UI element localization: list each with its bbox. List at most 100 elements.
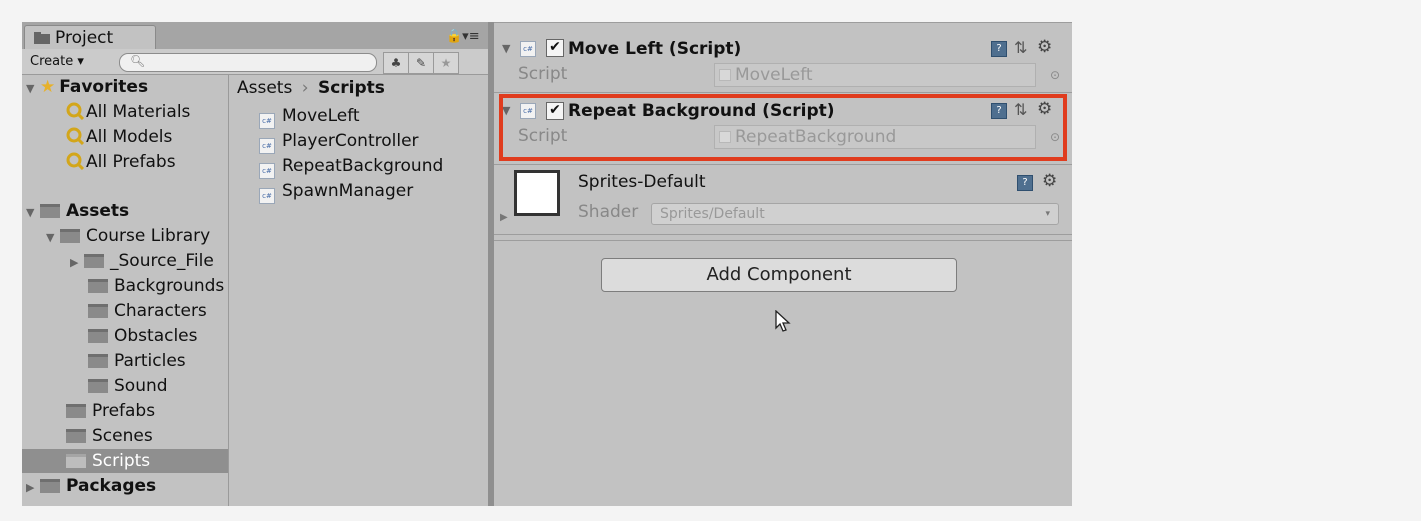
breadcrumb: Assets › Scripts — [237, 78, 385, 98]
file-item[interactable]: c# MoveLeft — [259, 104, 360, 129]
folder-icon — [88, 379, 108, 393]
tree-item-all-prefabs[interactable]: All Prefabs — [66, 150, 176, 174]
project-toolbar: Create ▾ 🔍︎ ♣ ✎ ★ — [22, 49, 488, 75]
tree-item-label: Scripts — [92, 451, 151, 471]
folder-icon — [40, 479, 60, 493]
tree-item-all-materials[interactable]: All Materials — [66, 100, 190, 124]
shader-value: Sprites/Default — [660, 206, 765, 222]
tree-packages[interactable]: ▶ Packages — [26, 474, 156, 498]
tab-project[interactable]: Project — [24, 25, 156, 50]
tree-item-label: Backgrounds — [114, 276, 225, 296]
assets-label: Assets — [66, 201, 130, 221]
tree-characters[interactable]: Characters — [88, 299, 207, 323]
tree-item-label: Sound — [114, 376, 168, 396]
shader-dropdown[interactable]: Sprites/Default ▾ — [651, 203, 1059, 225]
search-folder-icon — [66, 127, 85, 146]
tree-item-label: Scenes — [92, 426, 153, 446]
search-icon: 🔍︎ — [130, 54, 146, 68]
tree-item-label: Particles — [114, 351, 186, 371]
gear-icon[interactable]: ⚙ — [1042, 171, 1057, 191]
folder-icon — [34, 27, 50, 44]
type-filter-icon: ♣ — [390, 56, 402, 70]
project-panel: Project 🔒▾≡ Create ▾ 🔍︎ ♣ ✎ ★ ▼ ★ Favorite… — [22, 22, 488, 506]
tree-course-library[interactable]: ▼ Course Library — [46, 224, 210, 248]
divider — [494, 164, 1072, 165]
folder-icon — [84, 254, 104, 268]
folder-icon — [66, 429, 86, 443]
tree-item-label: All Prefabs — [86, 152, 176, 172]
collapse-icon: ▶ — [70, 256, 79, 269]
file-label: MoveLeft — [282, 106, 360, 126]
script-asset-icon — [719, 69, 731, 81]
breadcrumb-root[interactable]: Assets — [237, 78, 292, 98]
filter-type-button[interactable]: ♣ — [383, 52, 409, 74]
lock-icon[interactable]: 🔒▾≡ — [446, 29, 480, 44]
add-component-button[interactable]: Add Component — [601, 258, 957, 292]
file-item[interactable]: c# SpawnManager — [259, 179, 414, 204]
file-label: PlayerController — [282, 131, 419, 151]
shader-label: Shader — [578, 202, 639, 222]
tree-obstacles[interactable]: Obstacles — [88, 324, 198, 348]
filter-label-button[interactable]: ✎ — [408, 52, 434, 74]
divider — [494, 92, 1072, 93]
chevron-down-icon: ▾ — [1045, 209, 1050, 219]
component-enabled-checkbox[interactable]: ✔ — [546, 39, 564, 57]
folder-icon — [40, 204, 60, 218]
breadcrumb-current[interactable]: Scripts — [318, 78, 385, 98]
tree-particles[interactable]: Particles — [88, 349, 186, 373]
tree-backgrounds[interactable]: Backgrounds — [88, 274, 224, 298]
search-input[interactable]: 🔍︎ — [119, 53, 377, 72]
tree-source-files[interactable]: ▶ _Source_File — [70, 249, 214, 273]
help-icon[interactable]: ? — [1017, 175, 1033, 191]
tab-project-label: Project — [55, 28, 114, 48]
tree-item-all-models[interactable]: All Models — [66, 125, 172, 149]
material-preview — [514, 170, 560, 216]
tree-item-label: Characters — [114, 301, 207, 321]
tree-sound[interactable]: Sound — [88, 374, 168, 398]
unity-editor-frame: Project 🔒▾≡ Create ▾ 🔍︎ ♣ ✎ ★ ▼ ★ Favorite… — [22, 22, 1072, 506]
preset-icon[interactable]: ⇅ — [1014, 38, 1027, 57]
help-icon[interactable]: ? — [991, 41, 1007, 57]
file-item[interactable]: c# PlayerController — [259, 129, 419, 154]
tree-scripts-selected[interactable]: Scripts — [22, 449, 228, 473]
folder-icon — [88, 304, 108, 318]
file-list-pane: Assets › Scripts c# MoveLeft c# PlayerCont… — [229, 75, 488, 506]
favorite-button[interactable]: ★ — [433, 52, 459, 74]
object-picker-icon[interactable]: ⊙ — [1050, 68, 1060, 82]
divider — [494, 22, 1072, 23]
star-icon: ★ — [440, 56, 452, 70]
create-label: Create — [30, 54, 74, 69]
script-value: MoveLeft — [735, 65, 813, 85]
project-tab-bar: Project 🔒▾≡ — [22, 22, 488, 50]
tree-scenes[interactable]: Scenes — [66, 424, 153, 448]
file-label: SpawnManager — [282, 181, 414, 201]
cs-script-icon: c# — [259, 113, 275, 129]
star-icon: ★ — [40, 77, 56, 97]
tree-item-label: All Materials — [86, 102, 191, 122]
material-name: Sprites-Default — [578, 172, 706, 192]
cs-script-icon: c# — [259, 163, 275, 179]
tree-item-label: Obstacles — [114, 326, 198, 346]
folder-icon — [88, 279, 108, 293]
tree-item-label: All Models — [86, 127, 173, 147]
cs-script-icon: c# — [520, 41, 536, 57]
tree-item-label: Course Library — [86, 226, 211, 246]
script-object-field[interactable]: MoveLeft — [714, 63, 1036, 87]
gear-icon[interactable]: ⚙ — [1037, 37, 1052, 57]
create-dropdown[interactable]: Create ▾ — [30, 54, 84, 69]
label-tag-icon: ✎ — [415, 56, 427, 70]
tree-prefabs[interactable]: Prefabs — [66, 399, 155, 423]
expand-icon: ▼ — [26, 82, 35, 95]
cs-script-icon: c# — [259, 138, 275, 154]
folder-icon — [60, 229, 80, 243]
divider — [494, 234, 1072, 235]
file-item[interactable]: c# RepeatBackground — [259, 154, 443, 179]
tree-favorites[interactable]: ▼ ★ Favorites — [26, 75, 148, 99]
expand-icon[interactable]: ▼ — [502, 42, 510, 55]
divider — [494, 240, 1072, 241]
cursor-icon — [775, 310, 791, 332]
tree-assets[interactable]: ▼ Assets — [26, 199, 129, 223]
search-folder-icon — [66, 152, 85, 171]
collapse-icon[interactable]: ▶ — [500, 212, 508, 223]
folder-icon — [88, 329, 108, 343]
